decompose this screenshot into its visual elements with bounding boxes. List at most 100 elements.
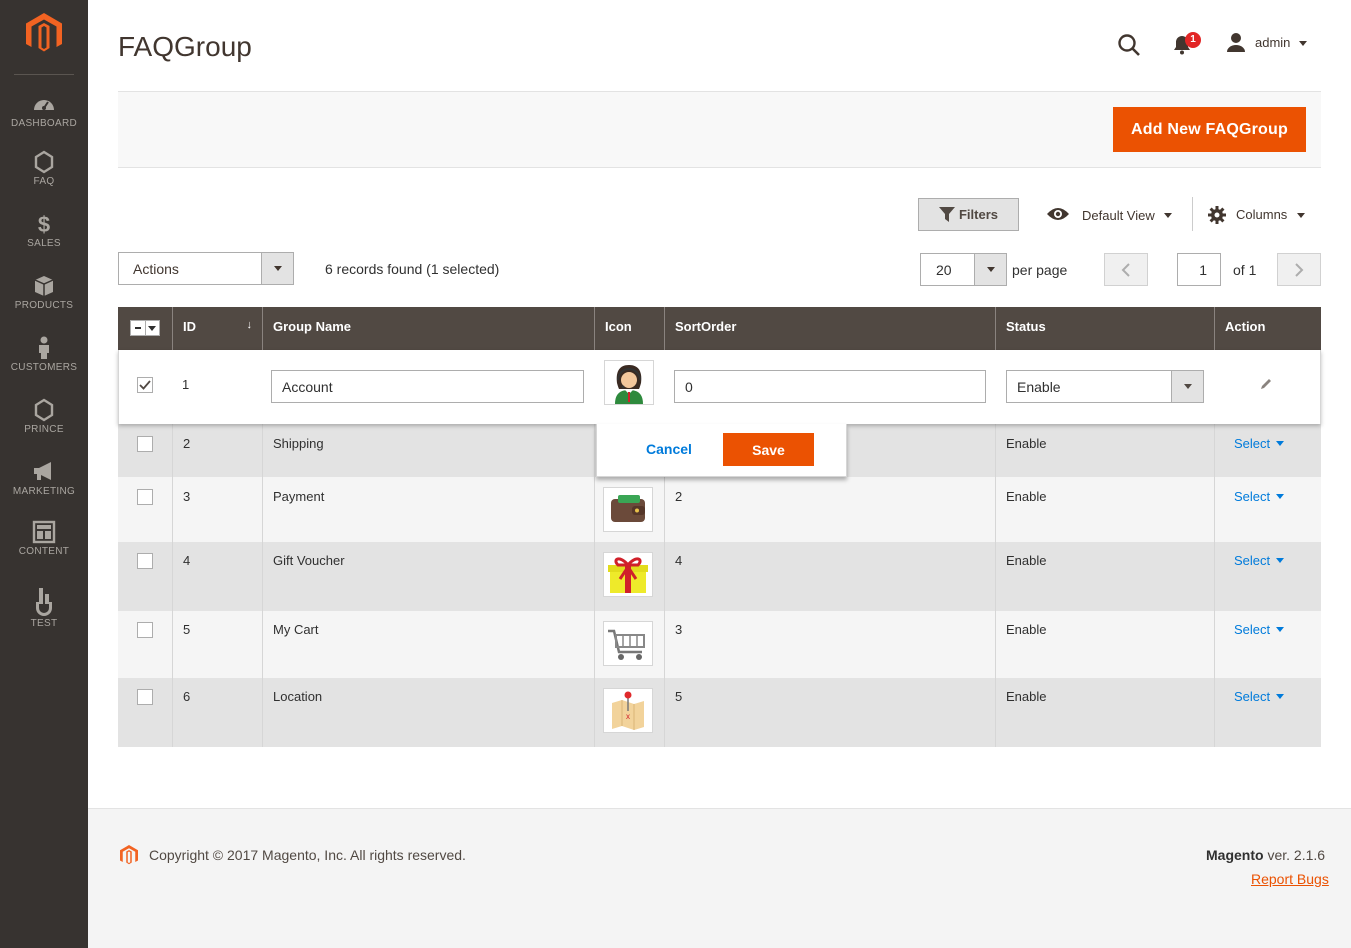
cell-sortorder: 4 xyxy=(664,542,995,611)
dollar-icon: $ xyxy=(38,212,50,236)
status-dropdown-toggle[interactable] xyxy=(1171,371,1203,402)
mass-select-checkbox[interactable] xyxy=(130,320,160,336)
megaphone-icon xyxy=(34,462,51,480)
nav-test[interactable]: TEST xyxy=(0,586,88,629)
row-action-select[interactable]: Select xyxy=(1234,553,1285,568)
row-action-select[interactable]: Select xyxy=(1234,622,1285,637)
filter-icon xyxy=(938,207,955,222)
column-header-id[interactable]: ID ↓ xyxy=(172,307,262,350)
sort-down-icon: ↓ xyxy=(246,319,253,331)
cell-group-name: My Cart xyxy=(262,611,594,678)
view-label: Default View xyxy=(1082,208,1155,223)
column-header-status[interactable]: Status xyxy=(995,307,1214,350)
previous-page-button[interactable] xyxy=(1104,253,1148,286)
nav-sales[interactable]: $ SALES xyxy=(0,212,88,249)
column-header-sortorder[interactable]: SortOrder xyxy=(664,307,995,350)
row-checkbox[interactable] xyxy=(137,436,153,452)
row-checkbox[interactable] xyxy=(137,689,153,705)
nav-customers-label: CUSTOMERS xyxy=(10,362,78,373)
inline-edit-row[interactable]: 1 Enable xyxy=(118,350,1321,424)
records-info: 6 records found (1 selected) xyxy=(325,261,500,277)
mass-select-header[interactable] xyxy=(118,307,172,350)
nav-test-label: TEST xyxy=(30,618,58,629)
cell-action: Select xyxy=(1214,477,1321,542)
table-row[interactable]: 4 Gift Voucher 4 Enable Select xyxy=(118,542,1321,611)
chevron-down-icon xyxy=(1276,494,1285,499)
user-menu-label[interactable]: admin xyxy=(1255,35,1290,50)
chevron-down-icon[interactable] xyxy=(1299,41,1307,46)
column-header-group-name[interactable]: Group Name xyxy=(262,307,594,350)
gift-icon xyxy=(603,552,653,597)
per-page-select[interactable]: 20 xyxy=(920,253,1007,286)
hexagon-icon xyxy=(34,398,54,422)
cell-action: Select xyxy=(1214,678,1321,747)
column-header-sortorder-label: SortOrder xyxy=(675,319,737,334)
per-page-label: per page xyxy=(1012,262,1068,278)
nav-content[interactable]: CONTENT xyxy=(0,520,88,557)
cell-icon xyxy=(594,611,664,678)
svg-text:x: x xyxy=(626,712,630,721)
footer xyxy=(88,808,1351,948)
notification-badge[interactable]: 1 xyxy=(1185,32,1201,48)
row-checkbox-checked[interactable] xyxy=(137,377,153,393)
nav-customers[interactable]: CUSTOMERS xyxy=(0,336,88,373)
cancel-button[interactable]: Cancel xyxy=(646,441,692,457)
nav-faq[interactable]: FAQ xyxy=(0,150,88,187)
nav-sales-label: SALES xyxy=(27,238,61,249)
gear-icon xyxy=(1208,206,1226,224)
actions-select-label: Actions xyxy=(133,261,179,277)
nav-marketing[interactable]: MARKETING xyxy=(0,460,88,497)
save-button[interactable]: Save xyxy=(723,433,814,466)
row-action-select[interactable]: Select xyxy=(1234,689,1285,704)
row-checkbox[interactable] xyxy=(137,553,153,569)
cell-id: 5 xyxy=(172,611,262,678)
cell-group-name: Location xyxy=(262,678,594,747)
filters-button[interactable]: Filters xyxy=(918,198,1019,231)
cell-status: Enable xyxy=(995,678,1214,747)
row-action-select[interactable]: Select xyxy=(1234,436,1285,451)
magento-logo-icon[interactable] xyxy=(119,844,139,866)
columns-label: Columns xyxy=(1236,207,1288,222)
filters-label: Filters xyxy=(958,207,998,222)
chevron-right-icon xyxy=(1295,263,1304,277)
add-new-faqgroup-button[interactable]: Add New FAQGroup xyxy=(1113,107,1306,152)
user-icon[interactable] xyxy=(1226,32,1246,52)
table-row[interactable]: 5 My Cart 3 Enable Select xyxy=(118,611,1321,678)
chevron-down-icon xyxy=(1276,627,1285,632)
chevron-down-icon[interactable] xyxy=(1164,213,1172,218)
search-icon[interactable] xyxy=(1117,33,1141,57)
cell-id: 2 xyxy=(172,424,262,477)
cell-icon xyxy=(594,542,664,611)
cell-group-name: Payment xyxy=(262,477,594,542)
chevron-down-icon xyxy=(1276,558,1285,563)
row-checkbox[interactable] xyxy=(137,489,153,505)
nav-prince[interactable]: PRINCE xyxy=(0,398,88,435)
pencil-icon[interactable] xyxy=(1259,377,1273,391)
per-page-dropdown-toggle[interactable] xyxy=(974,254,1006,285)
column-header-action: Action xyxy=(1214,307,1321,350)
column-header-icon[interactable]: Icon xyxy=(594,307,664,350)
row-action-select[interactable]: Select xyxy=(1234,489,1285,504)
hexagon-icon xyxy=(34,150,54,174)
table-row[interactable]: 6 Location x 5 Enable Select xyxy=(118,678,1321,747)
sort-order-input[interactable] xyxy=(674,370,986,403)
report-bugs-link[interactable]: Report Bugs xyxy=(1251,871,1329,887)
actions-dropdown-toggle[interactable] xyxy=(261,253,293,284)
cell-action: Select xyxy=(1214,424,1321,477)
group-name-input[interactable] xyxy=(271,370,584,403)
nav-products[interactable]: PRODUCTS xyxy=(0,274,88,311)
row-checkbox[interactable] xyxy=(137,622,153,638)
chevron-down-icon[interactable] xyxy=(1297,213,1305,218)
eye-icon xyxy=(1047,208,1069,220)
magento-logo-icon[interactable] xyxy=(24,12,64,54)
mass-actions-select[interactable]: Actions xyxy=(118,252,294,285)
table-row[interactable]: 3 Payment 2 Enable Select xyxy=(118,477,1321,542)
box-icon xyxy=(34,276,54,296)
version-brand: Magento xyxy=(1206,847,1264,863)
next-page-button[interactable] xyxy=(1277,253,1321,286)
current-page-input[interactable] xyxy=(1177,253,1221,286)
page-title: FAQGroup xyxy=(118,31,252,62)
status-select[interactable]: Enable xyxy=(1006,370,1204,403)
nav-dashboard[interactable]: DASHBOARD xyxy=(0,92,88,129)
version-info: Magento ver. 2.1.6 xyxy=(1206,847,1325,863)
